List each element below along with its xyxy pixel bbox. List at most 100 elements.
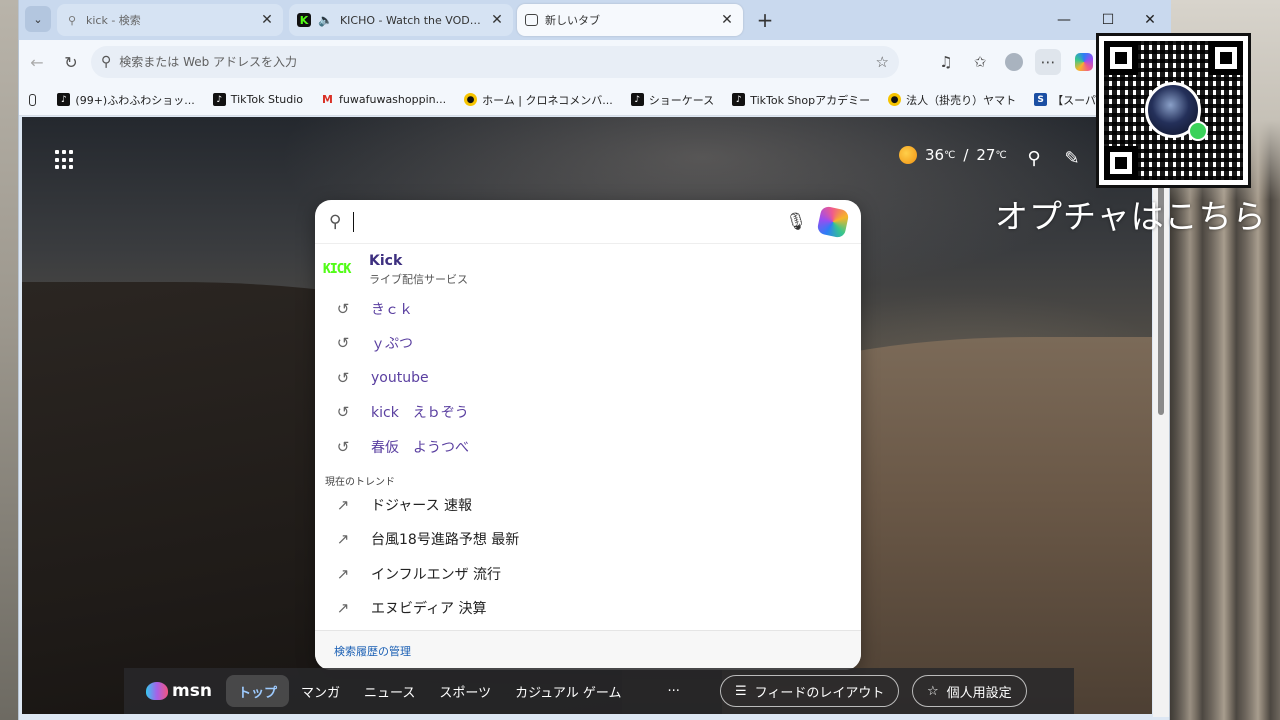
search-icon: ⚲ <box>329 211 342 232</box>
temp-unit: ℃ <box>995 149 1007 161</box>
qr-finder <box>1104 41 1138 75</box>
address-input[interactable] <box>119 55 868 69</box>
chevron-down-icon: ⌄ <box>33 12 43 26</box>
speaker-icon[interactable]: 🔈 <box>318 13 333 27</box>
minimize-button[interactable]: — <box>1049 8 1079 32</box>
temp-unit: ℃ <box>944 149 956 161</box>
tab-close-button[interactable]: ✕ <box>259 12 275 28</box>
bookmark-label: 法人（掛売り）ヤマト <box>906 93 1017 107</box>
bookmark-item[interactable]: ♪ ショーケース <box>622 88 723 112</box>
msn-tab-top[interactable]: トップ <box>225 675 289 707</box>
new-tab-button[interactable]: + <box>753 8 777 32</box>
qr-finder <box>1104 146 1138 180</box>
yamato-icon: ● <box>888 93 902 106</box>
back-button[interactable]: ← <box>25 50 49 74</box>
yamato-icon: ● <box>464 93 478 106</box>
profile-button[interactable] <box>1001 49 1027 75</box>
bookmark-label: ショーケース <box>648 93 715 107</box>
history-icon: ↺ <box>336 438 350 456</box>
close-icon: ✕ <box>1144 12 1156 28</box>
top-result-subtitle: ライブ配信サービス <box>369 273 468 286</box>
more-horizontal-icon: ⋯ <box>1040 53 1056 71</box>
browser-window: ⌄ ⚲ kick - 検索 ✕ K 🔈 KICHO - Watch the VO… <box>18 0 1171 720</box>
favorites-star-icon: ✩ <box>973 53 987 71</box>
qr-finder <box>1209 41 1243 75</box>
msn-logo[interactable]: msn <box>146 681 212 701</box>
microphone-icon[interactable]: 🎙 <box>785 212 807 232</box>
rewards-button[interactable]: ⚲ <box>1022 146 1046 170</box>
msn-logo-text: msn <box>172 681 212 701</box>
reading-list-icon[interactable] <box>29 93 37 106</box>
bookmark-item[interactable]: ♪ TikTok Studio <box>204 88 312 112</box>
history-suggestion[interactable]: ↺ 春仮 ようつべ <box>315 430 861 464</box>
favorites-button[interactable]: ✩ <box>967 49 993 75</box>
overlay-caption: オプチャはこちら <box>995 197 1267 236</box>
tab-close-button[interactable]: ✕ <box>719 12 735 28</box>
tab-new-tab[interactable]: 新しいタブ ✕ <box>517 4 743 36</box>
tiktok-icon: ♪ <box>732 93 746 106</box>
bookmark-item[interactable]: ● 法人（掛売り）ヤマト <box>879 88 1025 112</box>
bookmark-item[interactable]: ♪ TikTok Shopアカデミー <box>723 88 879 112</box>
trend-suggestion[interactable]: ↗ 台風18号進路予想 最新 <box>315 522 861 556</box>
msn-nav-bar: msn トップ マンガ ニュース スポーツ カジュアル ゲーム ··· ☰ フィ… <box>124 668 1074 714</box>
edit-button[interactable]: ✎ <box>1060 146 1084 170</box>
tab-close-button[interactable]: ✕ <box>489 12 505 28</box>
msn-butterfly-icon <box>146 682 168 700</box>
temp-high: 36 <box>925 146 945 164</box>
media-control-button[interactable]: ♫ <box>933 49 959 75</box>
trophy-icon: ⚲ <box>1027 147 1041 169</box>
msn-tab-casual-games[interactable]: カジュアル ゲーム <box>503 675 633 707</box>
top-result-kick[interactable]: KICK Kick ライブ配信サービス <box>323 253 468 287</box>
bookmark-item[interactable]: ● ホーム | クロネコメンバ... <box>455 88 622 112</box>
tab-kick-search[interactable]: ⚲ kick - 検索 ✕ <box>57 4 283 36</box>
bookmark-item[interactable]: ♪ (99+)ふわふわショッ... <box>48 88 203 112</box>
refresh-icon: ↻ <box>64 52 78 72</box>
close-window-button[interactable]: ✕ <box>1135 8 1165 32</box>
tab-title: kick - 検索 <box>86 14 141 27</box>
bookmark-label: (99+)ふわふわショッ... <box>75 93 195 107</box>
msn-tab-manga[interactable]: マンガ <box>289 675 352 707</box>
address-bar[interactable]: ⚲ ☆ <box>91 46 899 78</box>
star-sparkle-icon: ☆ <box>927 683 939 699</box>
history-icon: ↺ <box>336 369 350 387</box>
msn-tab-sports[interactable]: スポーツ <box>427 675 503 707</box>
tab-title: KICHO - Watch the VOD on K <box>339 13 482 27</box>
maximize-button[interactable]: ☐ <box>1093 8 1123 32</box>
avatar <box>1005 53 1023 71</box>
favorite-star-icon[interactable]: ☆ <box>876 53 889 71</box>
qr-pattern <box>1104 41 1243 180</box>
trend-suggestion[interactable]: ↗ ドジャース 速報 <box>315 488 861 522</box>
history-suggestion[interactable]: ↺ kick えｂぞう <box>315 395 861 429</box>
settings-more-button[interactable]: ⋯ <box>1035 49 1061 75</box>
apps-launcher-icon[interactable] <box>55 150 75 170</box>
bookmark-label: TikTok Studio <box>230 93 304 106</box>
qr-code <box>1096 33 1251 188</box>
suggestion-text: インフルエンザ 流行 <box>371 567 502 583</box>
history-suggestion[interactable]: ↺ ｙぷつ <box>315 326 861 360</box>
msn-more-button[interactable]: ··· <box>656 675 692 707</box>
trend-suggestion[interactable]: ↗ インフルエンザ 流行 <box>315 557 861 591</box>
msn-tab-news[interactable]: ニュース <box>352 675 427 707</box>
history-suggestion[interactable]: ↺ きｃｋ <box>315 292 861 326</box>
copilot-icon[interactable] <box>816 204 850 239</box>
bookmark-item[interactable]: M fuwafuwashoppin... <box>312 88 455 112</box>
refresh-button[interactable]: ↻ <box>59 50 83 74</box>
tab-actions-menu-button[interactable]: ⌄ <box>25 6 51 32</box>
trend-section-label: 現在のトレンド <box>325 477 395 488</box>
feed-layout-label: フィードのレイアウト <box>754 685 885 701</box>
history-suggestion[interactable]: ↺ youtube <box>315 361 861 395</box>
search-icon: ⚲ <box>67 13 77 27</box>
manage-search-history-link[interactable]: 検索履歴の管理 <box>315 630 861 670</box>
weather-widget[interactable]: 36 ℃ / 27 ℃ <box>899 146 1007 164</box>
personalize-button[interactable]: ☆ 個人用設定 <box>912 675 1027 707</box>
search-input[interactable] <box>353 211 774 232</box>
trend-suggestion[interactable]: ↗ エヌビディア 決算 <box>315 591 861 625</box>
minimize-icon: — <box>1057 12 1071 28</box>
tab-kicho-vod[interactable]: K 🔈 KICHO - Watch the VOD on K ✕ <box>289 4 513 36</box>
suggestion-text: ドジャース 速報 <box>371 498 473 514</box>
feed-layout-button[interactable]: ☰ フィードのレイアウト <box>720 675 900 707</box>
temp-low: 27 <box>976 146 996 164</box>
bookmark-label: TikTok Shopアカデミー <box>750 93 871 107</box>
pencil-icon: ✎ <box>1064 147 1080 169</box>
copilot-button[interactable] <box>1071 49 1097 75</box>
